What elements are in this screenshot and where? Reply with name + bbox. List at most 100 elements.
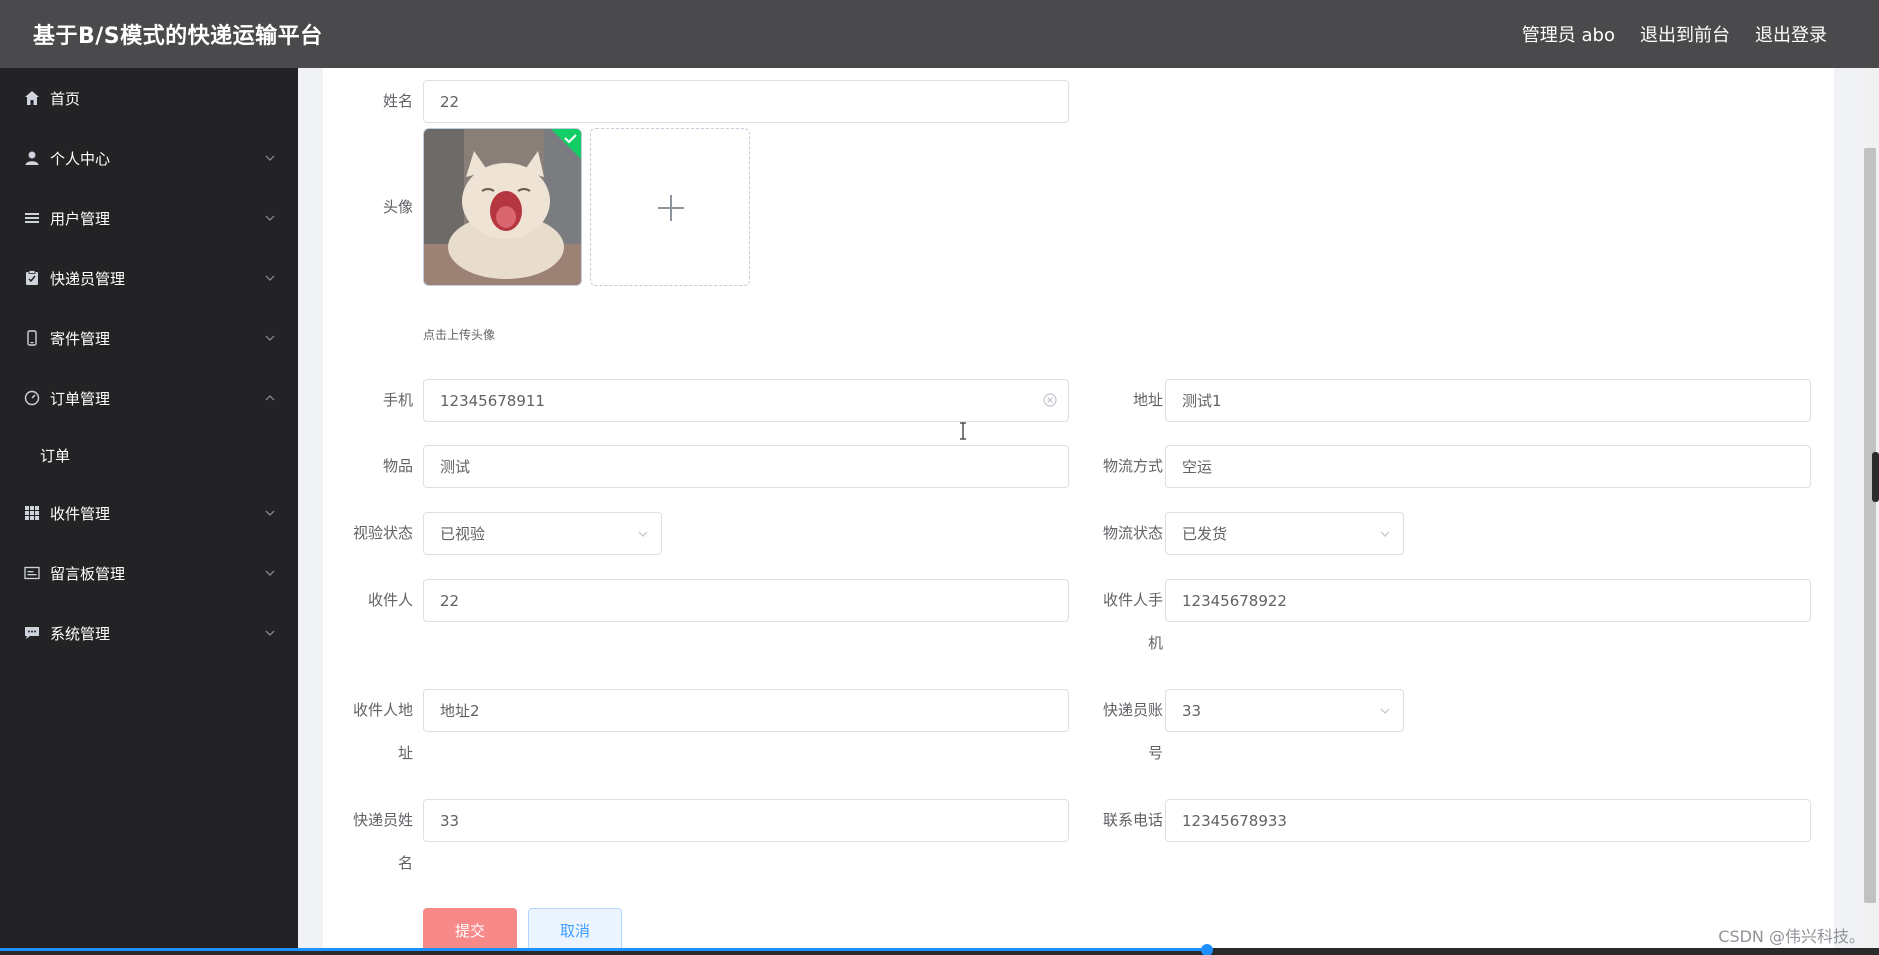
page-scrollbar-thumb[interactable] — [1864, 148, 1876, 903]
home-icon — [22, 88, 42, 108]
item-label: 物品 — [382, 457, 413, 475]
courier-name-input[interactable]: 33 — [423, 799, 1069, 842]
courier-account-label-line2: 号 — [1147, 744, 1163, 762]
phone-icon — [22, 328, 42, 348]
success-check-icon — [551, 129, 581, 159]
courier-name-label-line2: 名 — [397, 854, 413, 872]
receiver-phone-label-line2: 机 — [1147, 634, 1163, 652]
logistics-status-value: 已发货 — [1182, 525, 1228, 543]
receiver-phone-label-line1: 收件人手 — [1102, 591, 1163, 609]
receiver-label: 收件人 — [367, 591, 413, 609]
chevron-up-icon — [265, 395, 275, 401]
clipboard-icon — [22, 268, 42, 288]
sidebar-item-label: 留言板管理 — [50, 564, 126, 583]
chevron-down-icon — [265, 335, 275, 341]
sidebar-item-receiving[interactable]: 收件管理 — [0, 483, 298, 543]
receiver-address-label-line1: 收件人地 — [352, 701, 413, 719]
sidebar: 首页 个人中心 用户管理 快递员管理 寄件管理 订单管理 订单 收件管理 留言板… — [0, 68, 298, 955]
chevron-down-icon — [265, 275, 275, 281]
app-title: 基于B/S模式的快递运输平台 — [33, 24, 323, 49]
avatar-image[interactable] — [423, 128, 582, 286]
courier-name-input-value: 33 — [440, 811, 460, 830]
video-progress-handle[interactable] — [1201, 944, 1213, 955]
watermark: CSDN @伟兴科技。 — [1718, 927, 1865, 946]
logistics-status-select[interactable]: 已发货 — [1165, 512, 1404, 555]
name-label: 姓名 — [382, 92, 413, 110]
gauge-icon — [22, 388, 42, 408]
grid-icon — [22, 503, 42, 523]
header-actions: 管理员 abo 退出到前台 退出登录 — [1522, 21, 1827, 47]
courier-account-label: 快递员账 号 — [1063, 689, 1163, 775]
logistics-method-input[interactable]: 空运 — [1165, 445, 1811, 488]
receiver-phone-input-value: 12345678922 — [1182, 591, 1287, 610]
name-input[interactable]: 22 — [423, 80, 1069, 123]
courier-name-label-line1: 快递员姓 — [352, 811, 413, 829]
sidebar-item-label: 首页 — [50, 89, 81, 108]
address-input[interactable]: 测试1 — [1165, 379, 1811, 422]
chevron-down-icon — [1380, 708, 1390, 714]
name-input-value: 22 — [440, 92, 460, 111]
chevron-down-icon — [638, 531, 648, 537]
sidebar-item-orders[interactable]: 订单管理 — [0, 368, 298, 428]
address-label: 地址 — [1132, 391, 1163, 409]
sidebar-item-profile[interactable]: 个人中心 — [0, 128, 298, 188]
text-cursor-icon — [960, 422, 966, 440]
sidebar-item-label: 收件管理 — [50, 504, 111, 523]
sidebar-item-label: 订单管理 — [50, 389, 111, 408]
sidebar-subitem-order[interactable]: 订单 — [0, 428, 298, 483]
receiver-phone-label: 收件人手 机 — [1063, 579, 1163, 665]
receiver-address-input[interactable]: 地址2 — [423, 689, 1069, 732]
inspect-status-select[interactable]: 已视验 — [423, 512, 662, 555]
back-to-front-link[interactable]: 退出到前台 — [1640, 21, 1730, 47]
clear-icon[interactable] — [1042, 392, 1058, 408]
inspect-status-value: 已视验 — [440, 525, 486, 543]
chevron-down-icon — [265, 630, 275, 636]
sidebar-item-system[interactable]: 系统管理 — [0, 603, 298, 663]
sidebar-item-sending[interactable]: 寄件管理 — [0, 308, 298, 368]
contact-phone-label: 联系电话 — [1102, 811, 1163, 829]
receiver-phone-input[interactable]: 12345678922 — [1165, 579, 1811, 622]
contact-phone-input-value: 12345678933 — [1182, 811, 1287, 830]
courier-account-select[interactable]: 33 — [1165, 689, 1404, 732]
receiver-input-value: 22 — [440, 591, 460, 610]
phone-input[interactable]: 12345678911 — [423, 379, 1069, 422]
avatar-label: 头像 — [382, 198, 413, 216]
address-input-value: 测试1 — [1182, 392, 1222, 410]
sidebar-item-couriers[interactable]: 快递员管理 — [0, 248, 298, 308]
main-content: 姓名 22 头像 点击上传头像 手机 12345678911 地址 测试1 物品… — [298, 68, 1863, 948]
top-header: 基于B/S模式的快递运输平台 管理员 abo 退出到前台 退出登录 — [0, 0, 1879, 68]
receiver-address-input-value: 地址2 — [440, 702, 480, 720]
sidebar-item-label: 寄件管理 — [50, 329, 111, 348]
logistics-status-label: 物流状态 — [1102, 524, 1163, 542]
sidebar-item-users[interactable]: 用户管理 — [0, 188, 298, 248]
list-icon — [22, 208, 42, 228]
sidebar-item-label: 系统管理 — [50, 624, 111, 643]
message-icon — [22, 563, 42, 583]
plus-icon — [658, 195, 684, 221]
receiver-address-label-line2: 址 — [397, 744, 413, 762]
courier-account-label-line1: 快递员账 — [1102, 701, 1163, 719]
cancel-button[interactable]: 取消 — [528, 908, 622, 948]
contact-phone-input[interactable]: 12345678933 — [1165, 799, 1811, 842]
receiver-input[interactable]: 22 — [423, 579, 1069, 622]
sidebar-item-label: 个人中心 — [50, 149, 111, 168]
sidebar-item-home[interactable]: 首页 — [0, 68, 298, 128]
user-icon — [22, 148, 42, 168]
avatar-upload-button[interactable] — [590, 128, 750, 286]
sidebar-item-messages[interactable]: 留言板管理 — [0, 543, 298, 603]
submit-button[interactable]: 提交 — [423, 908, 517, 948]
receiver-address-label: 收件人地 址 — [333, 689, 413, 775]
phone-label: 手机 — [382, 391, 413, 409]
logistics-method-label: 物流方式 — [1102, 457, 1163, 475]
item-input[interactable]: 测试 — [423, 445, 1069, 488]
sidebar-item-label: 快递员管理 — [50, 269, 126, 288]
sidebar-item-label: 订单 — [40, 447, 71, 465]
chevron-down-icon — [1380, 531, 1390, 537]
logout-link[interactable]: 退出登录 — [1755, 21, 1827, 47]
avatar-upload-tip: 点击上传头像 — [423, 328, 496, 342]
chevron-down-icon — [265, 570, 275, 576]
chat-icon — [22, 623, 42, 643]
sidebar-item-label: 用户管理 — [50, 209, 111, 228]
admin-name[interactable]: 管理员 abo — [1522, 21, 1615, 47]
edit-form-card: 姓名 22 头像 点击上传头像 手机 12345678911 地址 测试1 物品… — [323, 68, 1834, 948]
